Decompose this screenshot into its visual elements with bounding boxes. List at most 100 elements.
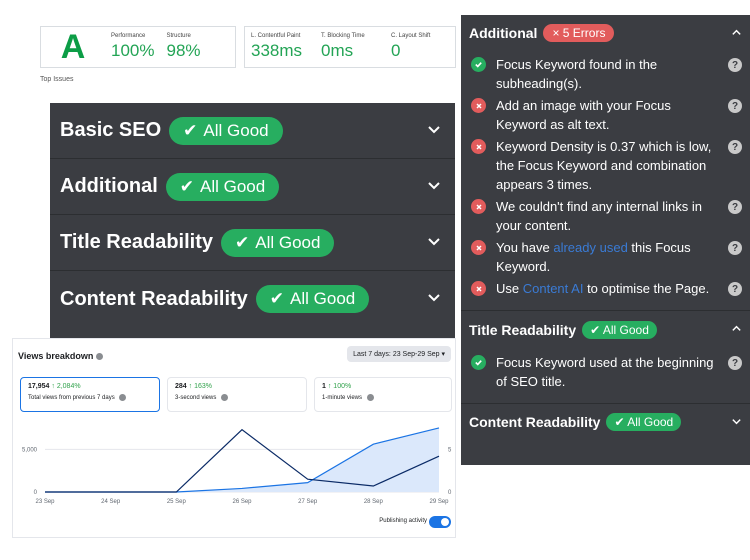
date-range-dropdown[interactable]: Last 7 days: 23 Sep-29 Sep ▾ [347,346,451,362]
errors-badge: × 5 Errors [543,24,615,42]
check-item-text: Add an image with your Focus Keyword as … [496,98,671,132]
seo-section-row[interactable]: Additional ✔ All Good [50,159,455,215]
help-icon[interactable]: ? [728,140,742,154]
all-good-badge: ✔ All Good [221,228,335,257]
content-readability-header[interactable]: Content Readability ✔ All Good [461,404,750,440]
help-icon[interactable]: ? [728,356,742,370]
help-icon[interactable]: ? [728,58,742,72]
cls-label: C. Layout Shift [391,33,431,39]
x-tick-label: 26 Sep [232,499,252,505]
check-item-text: Focus Keyword used at the beginning of S… [496,355,714,389]
check-item: Add an image with your Focus Keyword as … [461,96,750,134]
performance-metric: Performance 100% [105,27,160,67]
tbt-label: T. Blocking Time [321,33,365,39]
additional-title: Additional [469,25,538,41]
grade-card: A Performance 100% Structure 98% [40,26,236,68]
help-icon[interactable]: ? [728,282,742,296]
x-tick-label: 23 Sep [35,499,55,505]
grade-letter: A [60,27,86,66]
check-item: Focus Keyword used at the beginning of S… [461,353,750,391]
cls-value: 0 [391,41,401,60]
structure-label: Structure [166,33,191,39]
inline-link[interactable]: already used [553,240,627,255]
structure-value: 98% [166,41,201,60]
error-circle-icon [471,240,486,255]
lcp-label: L. Contentful Paint [251,33,301,39]
check-icon: ✔ [183,120,198,140]
check-circle-icon [471,57,486,72]
x-tick-label: 29 Sep [429,499,449,505]
title-readability-title: Title Readability [469,322,577,338]
error-circle-icon [471,98,486,113]
x-tick-label: 25 Sep [167,499,187,505]
check-item: We couldn't find any internal links in y… [461,197,750,235]
error-circle-icon [471,139,486,154]
seo-detail-panel: Additional × 5 Errors Focus Keyword foun… [461,15,750,465]
publishing-activity-toggle[interactable] [429,516,451,528]
y-right-tick-label: 5 [448,447,452,453]
x-tick-label: 24 Sep [101,499,121,505]
check-icon: ✔ [179,176,195,196]
chevron-up-icon[interactable] [731,323,742,334]
views-breakdown-title: Views breakdown [18,351,104,361]
seo-section-title: Additional [60,175,158,197]
y-tick-label: 0 [34,490,38,496]
inline-link[interactable]: Content AI [523,281,584,296]
seo-section-row[interactable]: Basic SEO ✔ All Good [50,103,455,159]
performance-label: Performance [111,33,146,39]
lcp-metric: L. Contentful Paint 338ms [245,27,315,67]
info-icon[interactable] [96,353,104,361]
info-icon[interactable] [119,394,127,401]
info-icon[interactable] [366,394,374,401]
seo-section-title: Content Readability [60,287,248,310]
chevron-down-icon[interactable] [427,178,441,192]
help-icon[interactable]: ? [728,241,742,255]
additional-items: Focus Keyword found in the subheading(s)… [461,55,750,298]
stat-1-minute-views[interactable]: 1 ↑ 100% 1-minute views [314,377,452,412]
views-line-chart: 0 5,000 0 5 23 Sep 24 Sep 25 Sep 26 Sep 27 Sep 28… [22,427,452,505]
all-good-badge: ✔ All Good [165,172,280,201]
content-readability-title: Content Readability [469,414,601,430]
web-vitals-card: L. Contentful Paint 338ms T. Blocking Ti… [244,26,456,68]
lcp-value: 338ms [251,41,303,60]
top-issues-link[interactable]: Top Issues [40,76,73,83]
check-item: Use Content AI to optimise the Page.? [461,279,750,298]
x-tick-label: 27 Sep [298,499,318,505]
seo-checks-panel: Basic SEO ✔ All Good Additional ✔ All Good Tit… [50,103,455,338]
check-item: Focus Keyword found in the subheading(s)… [461,55,750,93]
error-circle-icon [471,199,486,214]
structure-metric: Structure 98% [160,27,206,67]
chevron-down-icon[interactable] [731,416,742,427]
chevron-down-icon[interactable] [427,234,441,248]
cls-metric: C. Layout Shift 0 [385,27,455,67]
title-readability-header[interactable]: Title Readability ✔ All Good [461,311,750,349]
stat-total-views[interactable]: 17,954 ↑ 2,084% Total views from previou… [20,377,160,412]
tbt-value: 0ms [321,41,354,60]
check-item-text: Use Content AI to optimise the Page. [496,281,710,296]
all-good-badge: ✔ All Good [255,285,370,313]
performance-value: 100% [111,41,155,60]
all-good-badge: ✔ All Good [169,116,283,145]
info-icon[interactable] [221,394,229,401]
check-item-text: Focus Keyword found in the subheading(s)… [496,57,658,91]
additional-section-header[interactable]: Additional × 5 Errors [461,15,750,51]
y-right-tick-label: 0 [448,490,452,496]
x-tick-label: 28 Sep [364,499,384,505]
views-breakdown-card: Views breakdown Last 7 days: 23 Sep-29 S… [12,338,456,538]
all-good-badge: ✔ All Good [582,321,657,339]
error-circle-icon [471,281,486,296]
seo-section-title: Title Readability [60,231,214,253]
chevron-down-icon[interactable] [427,122,441,136]
y-tick-label: 5,000 [22,447,38,453]
check-item-text: You have already used this Focus Keyword… [496,240,691,274]
stat-3-second-views[interactable]: 284 ↑ 163% 3-second views [167,377,307,412]
help-icon[interactable]: ? [728,99,742,113]
seo-section-row[interactable]: Title Readability ✔ All Good [50,215,455,271]
chevron-down-icon[interactable] [427,290,441,304]
seo-section-row[interactable]: Content Readability ✔ All Good [50,271,455,327]
check-icon: ✔ [235,232,250,252]
help-icon[interactable]: ? [728,200,742,214]
chevron-up-icon[interactable] [731,27,742,38]
check-circle-icon [471,355,486,370]
title-readability-items: Focus Keyword used at the beginning of S… [461,353,750,391]
